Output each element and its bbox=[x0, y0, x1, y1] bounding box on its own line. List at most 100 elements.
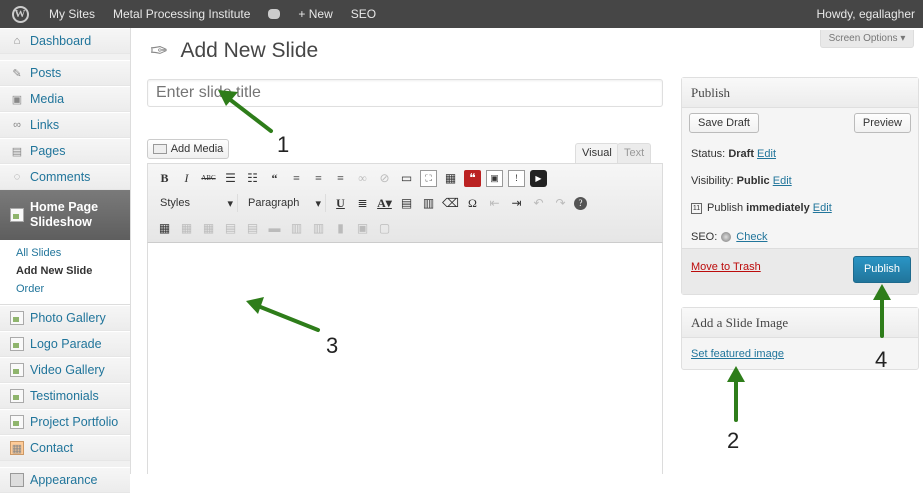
set-featured-image-link[interactable]: Set featured image bbox=[691, 348, 784, 360]
justify-icon[interactable]: ≣ bbox=[354, 195, 371, 212]
wordpress-logo-button[interactable]: W bbox=[0, 0, 40, 28]
toolbar-toggle-icon[interactable]: ▦ bbox=[442, 170, 459, 187]
undo-icon[interactable]: ↶ bbox=[530, 195, 547, 212]
sidebar-item-appearance[interactable]: Appearance bbox=[0, 467, 130, 493]
styles-select[interactable]: Styles ▾ bbox=[156, 194, 238, 212]
new-content-link[interactable]: + New bbox=[289, 0, 341, 28]
submenu-item-add-new-slide[interactable]: Add New Slide bbox=[0, 262, 130, 280]
align-center-icon[interactable]: ≡ bbox=[310, 170, 327, 187]
sidebar-item-photo-gallery[interactable]: Photo Gallery bbox=[0, 305, 130, 331]
gallery-plugin-icon[interactable]: ▣ bbox=[486, 169, 503, 187]
paste-word-icon[interactable]: ▥ bbox=[420, 195, 437, 212]
schedule-value: immediately bbox=[746, 202, 810, 214]
seo-status-icon bbox=[721, 232, 732, 242]
clear-formatting-icon[interactable]: ⌫ bbox=[442, 195, 459, 212]
paste-text-icon[interactable]: ▤ bbox=[398, 195, 415, 212]
table-cell-icon[interactable]: ▦ bbox=[200, 220, 217, 237]
sidebar-item-comments[interactable]: ◌ Comments bbox=[0, 164, 130, 190]
text-color-icon[interactable]: A▾ bbox=[376, 195, 393, 212]
seo-menu-link[interactable]: SEO bbox=[342, 0, 385, 28]
screen-options-button[interactable]: Screen Options ▾ bbox=[820, 30, 914, 48]
sidebar-item-media[interactable]: ▣ Media bbox=[0, 86, 130, 112]
publish-button[interactable]: Publish bbox=[853, 256, 911, 283]
my-sites-link[interactable]: My Sites bbox=[40, 0, 104, 28]
edit-status-link[interactable]: Edit bbox=[757, 148, 776, 160]
edit-schedule-link[interactable]: Edit bbox=[813, 202, 832, 214]
annotation-number-2: 2 bbox=[727, 428, 740, 453]
table-insert-col-after-icon[interactable]: ▥ bbox=[310, 220, 327, 237]
sidebar-item-logo-parade[interactable]: Logo Parade bbox=[0, 331, 130, 357]
submenu-item-order[interactable]: Order bbox=[0, 280, 130, 298]
table-insert-row-before-icon[interactable]: ▤ bbox=[222, 220, 239, 237]
sidebar-item-contact[interactable]: ▦ Contact bbox=[0, 435, 130, 461]
table-insert-col-before-icon[interactable]: ▥ bbox=[288, 220, 305, 237]
help-icon[interactable]: ? bbox=[574, 196, 587, 210]
tab-visual[interactable]: Visual bbox=[575, 143, 619, 163]
sidebar-item-pages[interactable]: ▤ Pages bbox=[0, 138, 130, 164]
numbered-list-icon[interactable]: ☷ bbox=[244, 170, 261, 187]
sidebar-item-label-line1: Home Page bbox=[30, 200, 99, 214]
image-icon bbox=[10, 311, 24, 325]
site-name-link[interactable]: Metal Processing Institute bbox=[104, 0, 259, 28]
insert-link-icon[interactable]: ∞ bbox=[354, 170, 371, 187]
align-left-icon[interactable]: ≡ bbox=[288, 170, 305, 187]
strikethrough-icon[interactable]: ABC bbox=[200, 170, 217, 187]
blockquote-icon[interactable]: “ bbox=[266, 170, 283, 187]
seo-label: SEO: bbox=[691, 231, 718, 243]
bullet-list-icon[interactable]: ☰ bbox=[222, 170, 239, 187]
italic-icon[interactable]: I bbox=[178, 170, 195, 187]
info-plugin-icon[interactable]: ! bbox=[508, 169, 525, 187]
slide-image-box-title: Add a Slide Image bbox=[682, 308, 918, 338]
table-row-icon[interactable]: ▦ bbox=[178, 220, 195, 237]
move-to-trash-link[interactable]: Move to Trash bbox=[691, 261, 761, 273]
underline-icon[interactable]: U bbox=[332, 195, 349, 212]
speech-bubble-icon bbox=[268, 9, 281, 19]
save-draft-button[interactable]: Save Draft bbox=[689, 113, 759, 133]
table-merge-cells-icon[interactable]: ▢ bbox=[376, 220, 393, 237]
insert-table-icon[interactable]: ▦ bbox=[156, 220, 173, 237]
edit-visibility-link[interactable]: Edit bbox=[773, 175, 792, 187]
comments-link[interactable] bbox=[259, 0, 289, 28]
add-media-button[interactable]: Add Media bbox=[147, 139, 229, 159]
sidebar-item-dashboard[interactable]: ⌂ Dashboard bbox=[0, 28, 130, 54]
sidebar-item-home-page-slideshow[interactable]: Home Page Slideshow bbox=[0, 190, 130, 240]
chevron-down-icon: ▾ bbox=[227, 197, 233, 210]
insert-more-icon[interactable]: ▭ bbox=[398, 170, 415, 187]
sidebar-item-label-line2: Slideshow bbox=[30, 215, 92, 229]
admin-bar: W My Sites Metal Processing Institute + … bbox=[0, 0, 923, 28]
sidebar-item-posts[interactable]: ✎ Posts bbox=[0, 60, 130, 86]
sidebar-item-video-gallery[interactable]: Video Gallery bbox=[0, 357, 130, 383]
chevron-down-icon: ▾ bbox=[315, 197, 321, 210]
sidebar-item-label: Project Portfolio bbox=[30, 415, 119, 429]
quote-plugin-icon[interactable]: ❝ bbox=[464, 169, 481, 187]
sidebar-item-testimonials[interactable]: Testimonials bbox=[0, 383, 130, 409]
seo-check-link[interactable]: Check bbox=[736, 231, 767, 243]
redo-icon[interactable]: ↷ bbox=[552, 195, 569, 212]
tab-text[interactable]: Text bbox=[617, 143, 652, 163]
table-delete-col-icon[interactable]: ▮ bbox=[332, 220, 349, 237]
table-delete-row-icon[interactable]: ▬ bbox=[266, 220, 283, 237]
outdent-icon[interactable]: ⇤ bbox=[486, 195, 503, 212]
format-select-value: Paragraph bbox=[248, 197, 300, 209]
slide-title-input[interactable] bbox=[147, 79, 663, 107]
table-insert-row-after-icon[interactable]: ▤ bbox=[244, 220, 261, 237]
visibility-value: Public bbox=[736, 175, 770, 187]
preview-button[interactable]: Preview bbox=[853, 113, 911, 133]
fullscreen-icon[interactable]: ⛶ bbox=[420, 169, 437, 187]
table-split-cells-icon[interactable]: ▣ bbox=[354, 220, 371, 237]
align-right-icon[interactable]: ≡ bbox=[332, 170, 349, 187]
sidebar-item-links[interactable]: ∞ Links bbox=[0, 112, 130, 138]
sidebar-item-project-portfolio[interactable]: Project Portfolio bbox=[0, 409, 130, 435]
sidebar-item-label: Testimonials bbox=[30, 389, 99, 403]
indent-icon[interactable]: ⇥ bbox=[508, 195, 525, 212]
submenu-item-all-slides[interactable]: All Slides bbox=[0, 244, 130, 262]
special-character-icon[interactable]: Ω bbox=[464, 195, 481, 212]
editor-content-area[interactable] bbox=[147, 243, 663, 474]
format-select[interactable]: Paragraph ▾ bbox=[244, 194, 326, 212]
visibility-row: Visibility: Public Edit bbox=[691, 175, 792, 187]
slideshow-submenu: All Slides Add New Slide Order bbox=[0, 240, 130, 305]
unlink-icon[interactable]: ⊘ bbox=[376, 170, 393, 187]
howdy-user-link[interactable]: Howdy, egallagher bbox=[816, 0, 915, 28]
bold-icon[interactable]: B bbox=[156, 170, 173, 187]
video-plugin-icon[interactable]: ▶ bbox=[530, 169, 547, 187]
